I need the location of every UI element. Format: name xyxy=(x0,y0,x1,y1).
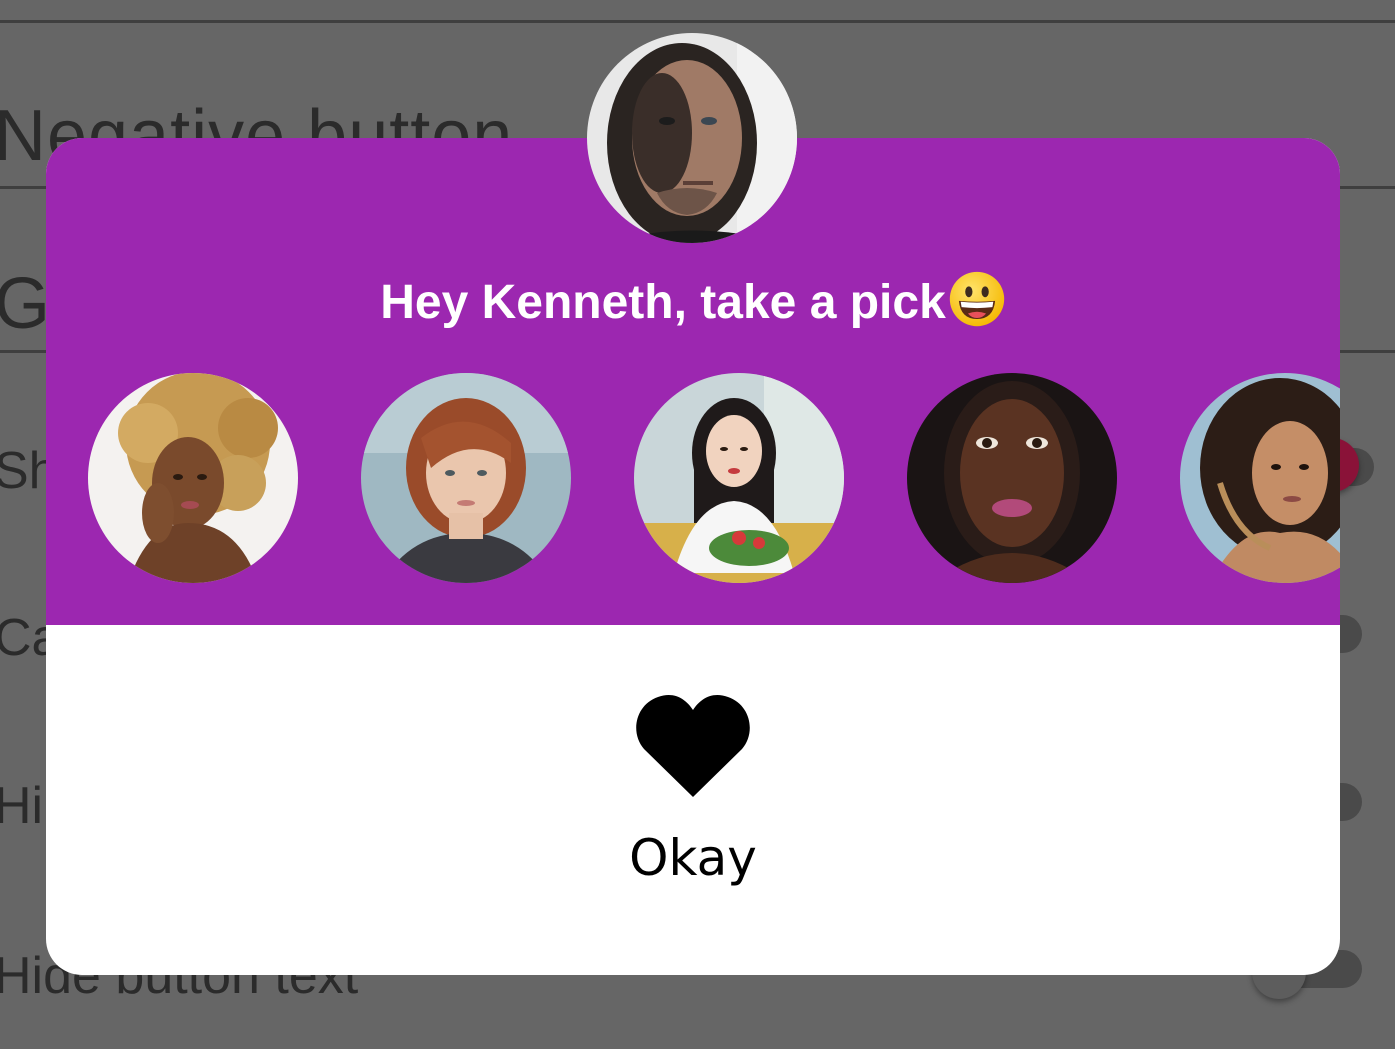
woman-dark-skin-portrait-icon xyxy=(907,373,1117,583)
woman-dark-curly-portrait-icon xyxy=(1180,373,1340,583)
woman-dark-hair-portrait-icon xyxy=(634,373,844,583)
man-portrait-icon xyxy=(587,33,797,243)
pick-dialog: Hey Kenneth, take a pick Okay xyxy=(46,138,1340,975)
choice-woman-red-bob[interactable] xyxy=(361,373,571,583)
woman-red-bob-portrait-icon xyxy=(361,373,571,583)
woman-curly-blonde-portrait-icon xyxy=(88,373,298,583)
heart-icon xyxy=(636,694,750,797)
choice-woman-dark-curly[interactable] xyxy=(1180,373,1340,583)
okay-button-label: Okay xyxy=(629,829,757,887)
top-divider xyxy=(0,20,1395,23)
choice-woman-dark-hair[interactable] xyxy=(634,373,844,583)
dialog-title: Hey Kenneth, take a pick xyxy=(46,270,1340,333)
grinning-face-emoji-icon xyxy=(949,271,1004,327)
setting-row-label: Hi xyxy=(0,777,44,835)
choice-woman-curly-blonde[interactable] xyxy=(88,373,298,583)
okay-button[interactable]: Okay xyxy=(46,693,1340,883)
dialog-title-text: Hey Kenneth, take a pick xyxy=(380,276,946,329)
choice-woman-dark-skin[interactable] xyxy=(907,373,1117,583)
avatar xyxy=(587,33,797,243)
